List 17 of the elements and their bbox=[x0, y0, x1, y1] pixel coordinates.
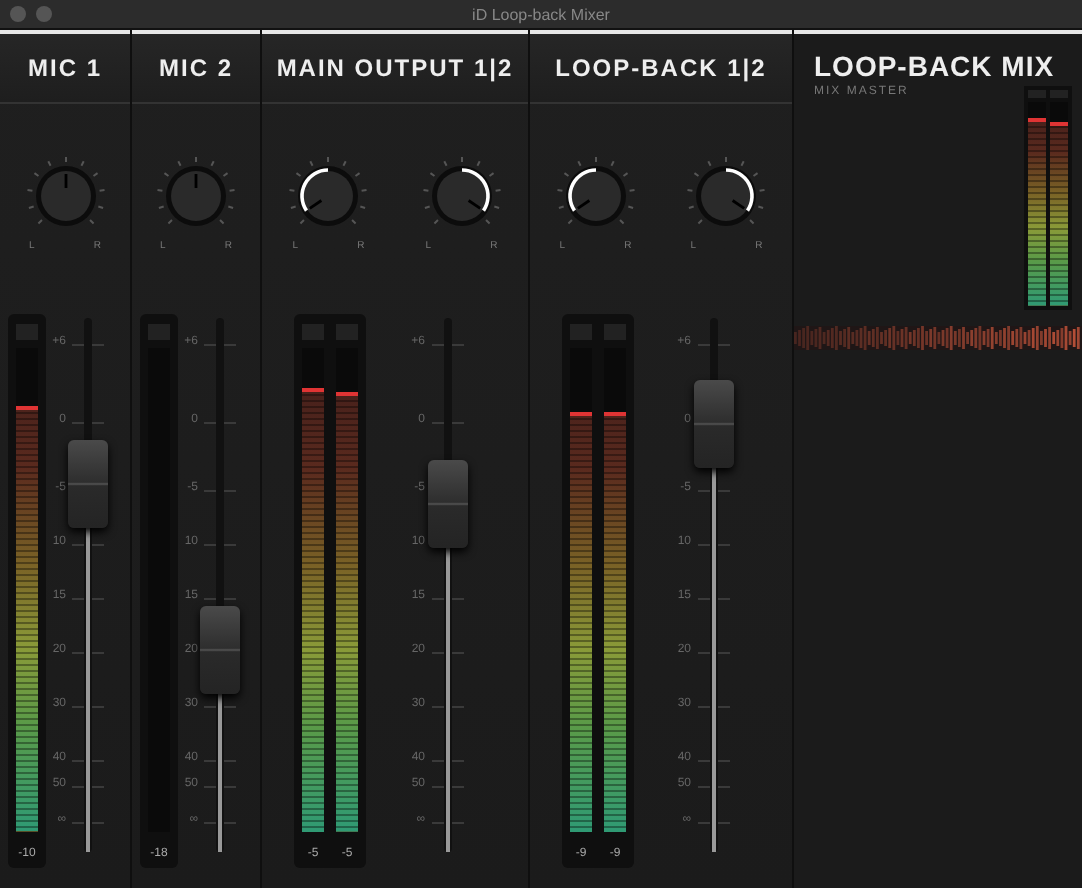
channel-name: MIC 2 bbox=[158, 54, 233, 82]
fader-handle[interactable] bbox=[200, 605, 240, 694]
master-title: LOOP-BACK MIX bbox=[814, 50, 1055, 82]
peak-marker bbox=[302, 387, 324, 392]
peak-marker bbox=[336, 392, 358, 397]
peak-marker bbox=[604, 411, 626, 416]
channel-name: LOOP-BACK 1|2 bbox=[555, 54, 767, 82]
fader-handle[interactable] bbox=[427, 460, 467, 549]
channel-name: MAIN OUTPUT 1|2 bbox=[276, 54, 514, 82]
peak-marker bbox=[570, 411, 592, 416]
channel-name: MIC 1 bbox=[27, 54, 102, 82]
fader-handle[interactable] bbox=[68, 439, 108, 528]
fader-handle[interactable] bbox=[693, 380, 733, 469]
peak-marker bbox=[1050, 122, 1068, 127]
peak-marker bbox=[16, 406, 38, 411]
window-title: iD Loop-back Mixer bbox=[472, 5, 610, 23]
peak-marker bbox=[1028, 118, 1046, 123]
